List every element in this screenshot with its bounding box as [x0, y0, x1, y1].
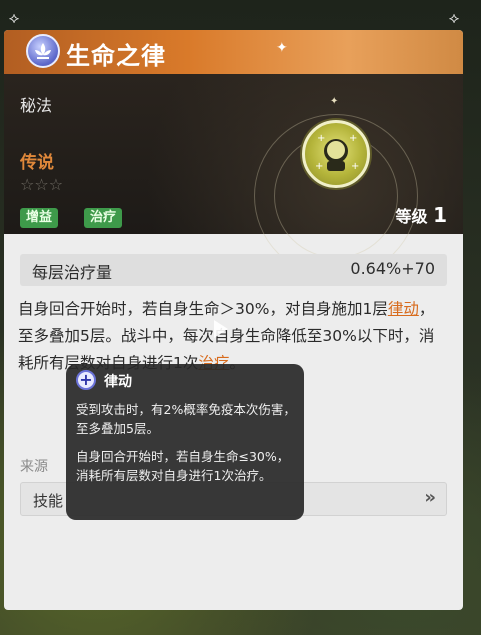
card-header: 生命之律 ✦ — [4, 30, 463, 74]
stat-name: 每层治疗量 — [32, 263, 113, 282]
relic-type: 秘法 — [20, 96, 53, 115]
svg-text:+: + — [317, 133, 325, 144]
desc-text-1: 自身回合开始时，若自身生命＞30%，对自身施加1层 — [18, 300, 388, 318]
sparkle-icon: ✦ — [276, 40, 288, 56]
svg-text:+: + — [315, 161, 323, 172]
emblem-star-icon: ✦ — [330, 96, 339, 107]
stat-row: 每层治疗量 0.64%+70 — [20, 254, 447, 286]
level-indicator: 等级 1 — [395, 203, 447, 227]
double-chevron-right-icon: » — [424, 487, 436, 508]
tag-buff: 增益 — [20, 208, 59, 228]
corner-ornament-top-left-icon: ⟡ — [8, 8, 20, 27]
keyword-tooltip: + 律动 受到攻击时，有2%概率免疫本次伤害，至多叠加5层。 自身回合开始时，若… — [66, 364, 304, 520]
stat-value: 0.64%+70 — [350, 259, 435, 278]
tooltip-title: 律动 — [104, 374, 132, 390]
level-value: 1 — [433, 203, 447, 227]
corner-ornament-top-right-icon: ⟡ — [448, 8, 460, 27]
star-rating-icon: ☆☆☆ — [20, 175, 64, 194]
keyword-link-rhythm[interactable]: 律动 — [388, 300, 419, 318]
level-label: 等级 — [395, 207, 428, 226]
relic-emblem-icon: + + + + — [302, 120, 370, 188]
source-item: 技能 — [33, 492, 64, 510]
play-icon[interactable] — [214, 320, 228, 338]
lotus-icon — [26, 34, 60, 68]
relic-rarity: 传说 — [20, 153, 54, 173]
svg-text:+: + — [349, 133, 357, 144]
source-label: 来源 — [20, 459, 48, 475]
tooltip-paragraph-1: 受到攻击时，有2%概率免疫本次伤害，至多叠加5层。 — [76, 402, 296, 436]
tooltip-paragraph-2: 自身回合开始时，若自身生命≤30%，消耗所有层数对自身进行1次治疗。 — [76, 449, 290, 483]
card-title: 生命之律 — [66, 42, 166, 70]
plus-icon: + — [76, 370, 96, 390]
tooltip-body: 受到攻击时，有2%概率免疫本次伤害，至多叠加5层。 自身回合开始时，若自身生命≤… — [76, 400, 298, 485]
tag-heal: 治疗 — [84, 208, 123, 228]
svg-text:+: + — [351, 161, 359, 172]
relic-detail-card: 生命之律 ✦ ✦ + + + + 秘法 传说 ☆☆☆ 增益 治疗 等级 1 每层… — [4, 30, 463, 610]
